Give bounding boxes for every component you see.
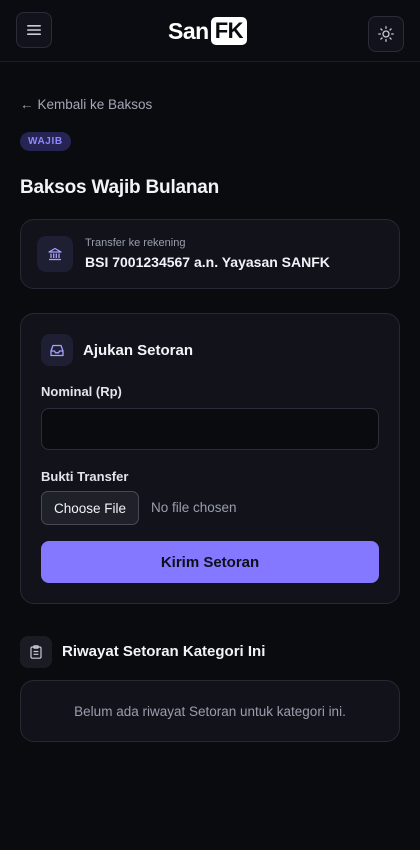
back-link[interactable]: ← Kembali ke Baksos [20,97,152,112]
submit-deposit-button[interactable]: Kirim Setoran [41,541,379,583]
bank-icon [48,247,62,261]
file-status-text: No file chosen [151,500,237,515]
clipboard-icon [30,645,42,659]
back-arrow-icon: ← [20,97,34,112]
sun-icon [378,26,394,42]
top-header: San FK [0,0,420,62]
history-icon-chip [20,636,52,668]
bank-label: Transfer ke rekening [85,237,186,249]
hamburger-menu-icon [27,25,41,35]
form-icon-chip [41,334,73,366]
page-title: Baksos Wajib Bulanan [20,177,220,198]
bank-icon-chip [37,236,73,272]
logo-text: San [168,17,209,44]
logo-box: FK [210,17,248,45]
deposit-form-card: Ajukan Setoran Nominal (Rp) Bukti Transf… [20,313,400,604]
logo[interactable]: San FK [168,16,248,46]
category-badge: WAJIB [20,132,71,151]
form-title: Ajukan Setoran [83,342,194,359]
bukti-transfer-label: Bukti Transfer [41,469,129,484]
nominal-input[interactable] [41,408,379,450]
inbox-icon [50,344,64,356]
nominal-label: Nominal (Rp) [41,384,122,399]
back-link-label: Kembali ke Baksos [37,97,153,112]
history-empty-card: Belum ada riwayat Setoran untuk kategori… [20,680,400,742]
bank-info-card: Transfer ke rekening BSI 7001234567 a.n.… [20,219,400,289]
bank-account-value: BSI 7001234567 a.n. Yayasan SANFK [85,254,330,270]
menu-button[interactable] [16,12,52,48]
history-empty-text: Belum ada riwayat Setoran untuk kategori… [74,703,346,719]
theme-toggle-button[interactable] [368,16,404,52]
history-title: Riwayat Setoran Kategori Ini [62,643,266,660]
choose-file-button[interactable]: Choose File [41,491,139,525]
